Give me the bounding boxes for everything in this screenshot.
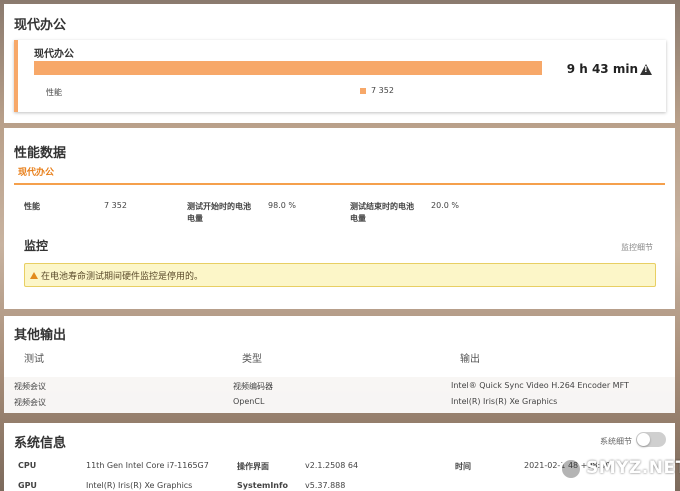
warning-text: 在电池寿命测试期间硬件监控是停用的。 <box>41 272 204 282</box>
system-details-label: 系统细节 <box>600 437 632 446</box>
warning-small-icon <box>30 272 38 279</box>
legend-swatch <box>360 88 366 94</box>
metric-label-performance: 性能 <box>24 202 40 211</box>
info-label-time: 时间 <box>455 462 471 471</box>
result-text: 9 h 43 min <box>566 62 638 76</box>
table-row-1-test: 视频会议 <box>14 382 46 391</box>
info-label-ui: 操作界面 <box>237 462 269 471</box>
info-value-systeminfo: v5.37.888 <box>305 481 346 490</box>
table-row-2-type: OpenCL <box>233 397 265 406</box>
info-label-cpu: CPU <box>18 461 37 470</box>
info-value-gpu: Intel(R) Iris(R) Xe Graphics <box>86 481 193 490</box>
metric-value-start-battery: 98.0 % <box>268 201 296 210</box>
card-title: 现代办公 <box>34 49 74 60</box>
monitor-title: 监控 <box>24 239 49 253</box>
performance-panel: 性能数据 现代办公 性能 7 352 测试开始时的电池电量 98.0 % 测试结… <box>4 128 675 309</box>
score-bar <box>34 61 542 75</box>
info-label-gpu: GPU <box>18 481 37 490</box>
metric-label-end-battery: 测试结束时的电池电量 <box>350 202 414 223</box>
system-info-panel: 系统信息 系统细节 CPU 11th Gen Intel Core i7-116… <box>4 423 675 491</box>
tab-underline <box>14 183 665 185</box>
other-output-panel: 其他输出 测试 类型 输出 <box>4 316 675 377</box>
row-label: 性能 <box>46 88 62 97</box>
watermark-logo-icon <box>560 458 582 480</box>
table-row-1-type: 视频编码器 <box>233 382 273 391</box>
table-row-1-output: Intel® Quick Sync Video H.264 Encoder MF… <box>451 381 629 390</box>
toggle-knob <box>637 433 650 446</box>
metric-value-performance: 7 352 <box>104 201 127 210</box>
output-table-body: 视频会议 视频编码器 Intel® Quick Sync Video H.264… <box>4 377 675 413</box>
row-value: 7 352 <box>371 86 394 95</box>
system-details-toggle[interactable] <box>636 432 666 447</box>
header-type: 类型 <box>242 354 262 365</box>
summary-panel: 现代办公 现代办公 9 h 43 min 性能 7 352 <box>4 4 675 123</box>
info-value-ui: v2.1.2508 64 <box>305 461 359 470</box>
table-row-2-test: 视频会议 <box>14 398 46 407</box>
monitor-details-link[interactable]: 监控细节 <box>621 242 653 253</box>
metric-label-start-battery: 测试开始时的电池电量 <box>187 202 251 223</box>
summary-card: 现代办公 9 h 43 min 性能 7 352 <box>14 40 666 112</box>
header-test: 测试 <box>24 354 44 365</box>
watermark-text: SMYZ.NET <box>586 458 680 478</box>
header-output: 输出 <box>460 354 480 365</box>
table-row-2-output: Intel(R) Iris(R) Xe Graphics <box>451 397 558 406</box>
metric-value-end-battery: 20.0 % <box>431 201 459 210</box>
warning-banner: 在电池寿命测试期间硬件监控是停用的。 <box>24 263 656 287</box>
summary-title: 现代办公 <box>14 18 67 33</box>
info-value-cpu: 11th Gen Intel Core i7-1165G7 <box>86 461 209 470</box>
other-output-title: 其他输出 <box>14 328 67 343</box>
tab-modern-office[interactable]: 现代办公 <box>18 165 54 178</box>
info-label-systeminfo: SystemInfo <box>237 481 288 490</box>
warning-icon <box>640 64 652 75</box>
performance-title: 性能数据 <box>14 146 67 161</box>
system-info-title: 系统信息 <box>14 436 67 451</box>
